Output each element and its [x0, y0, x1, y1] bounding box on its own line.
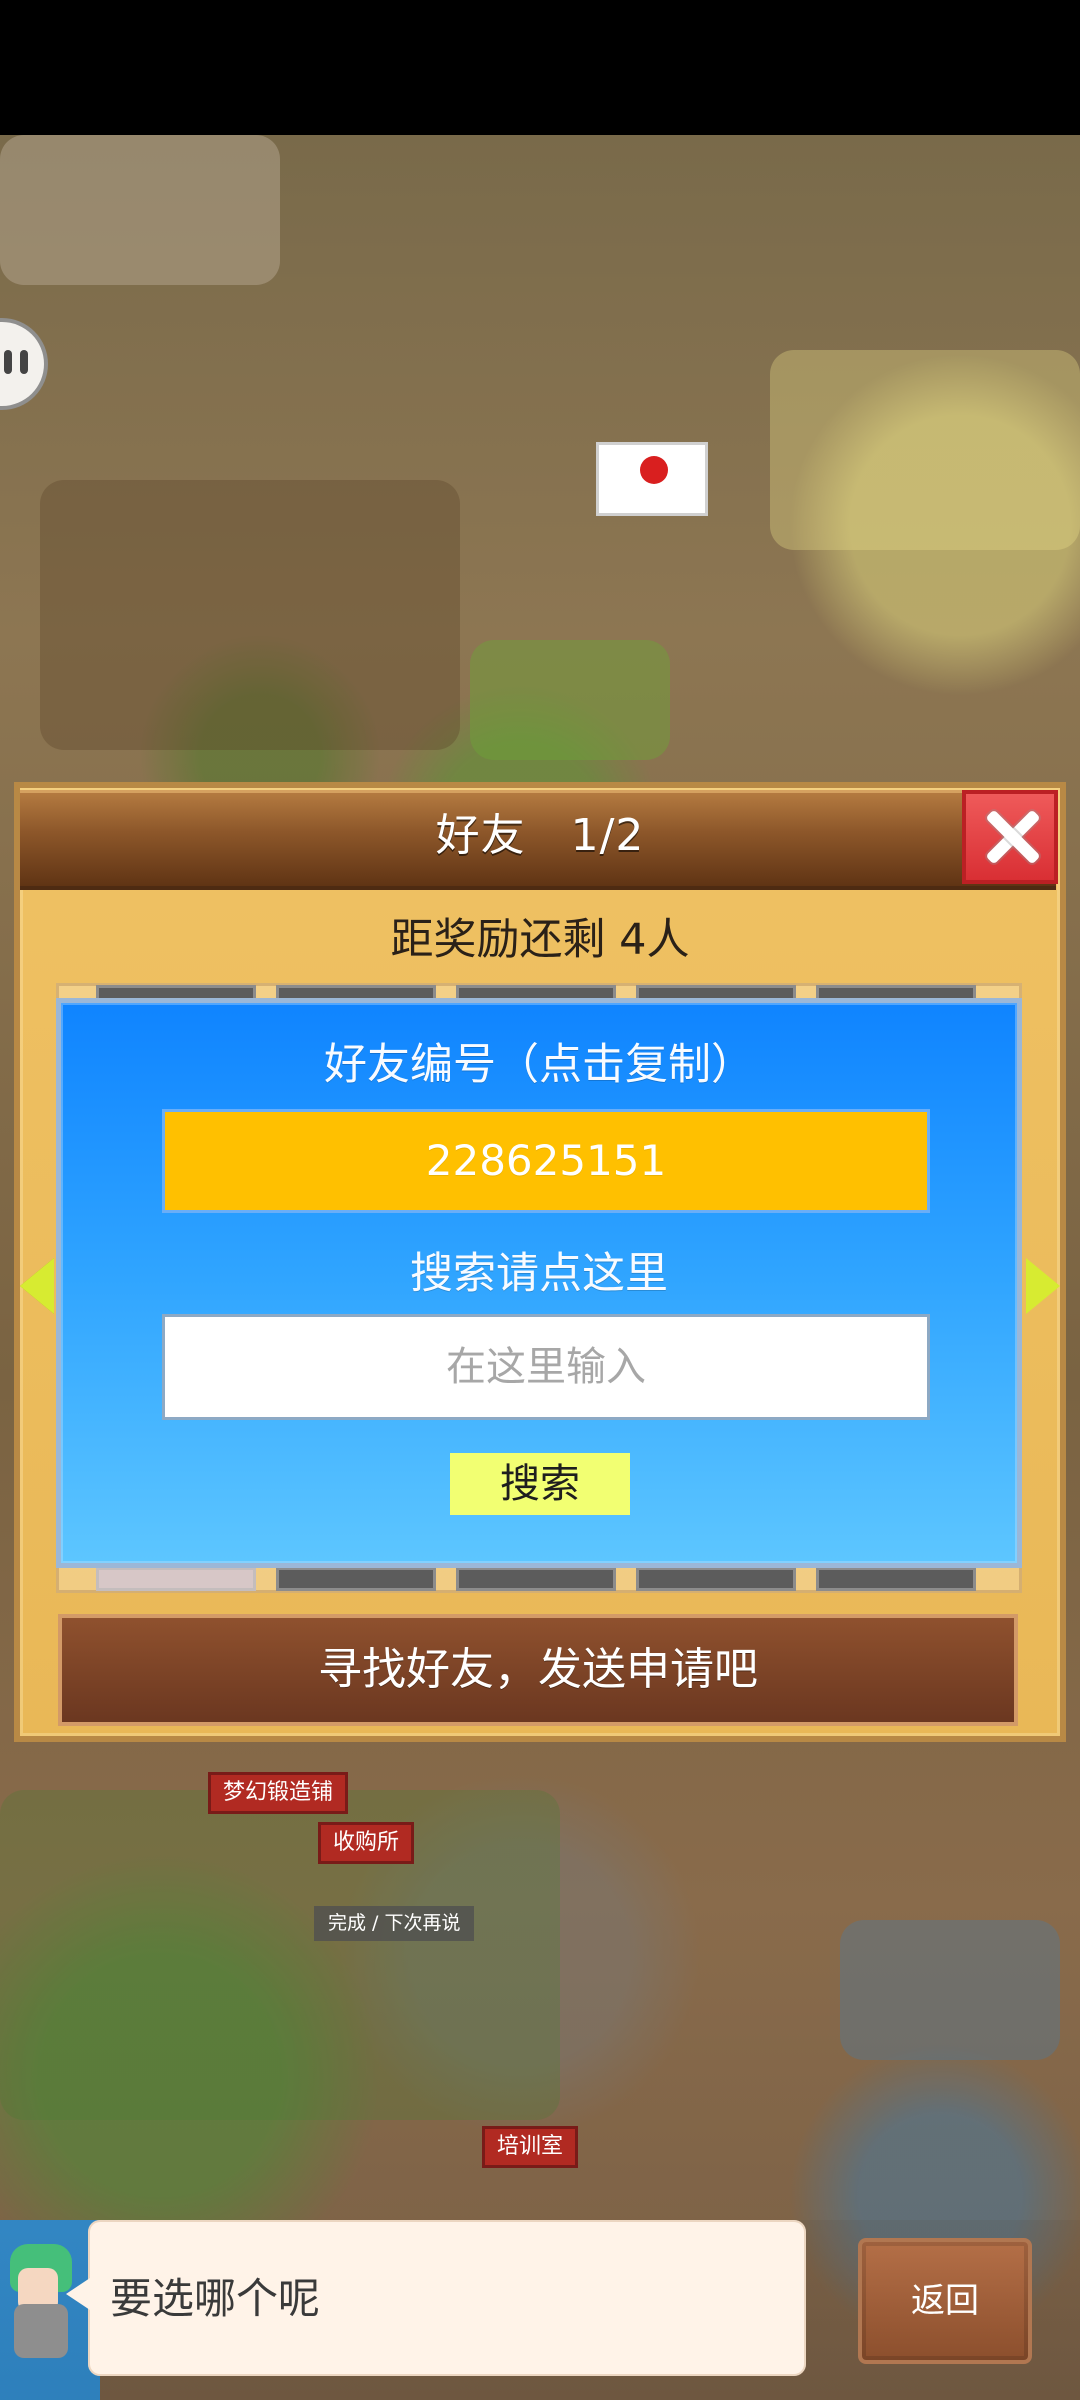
scene-patch-bottom-left — [0, 1790, 560, 2120]
chevron-right-icon[interactable] — [1026, 1258, 1060, 1314]
speech-text: 要选哪个呢 — [110, 2274, 321, 2323]
scene-label-shop: 收购所 — [318, 1822, 415, 1864]
find-friends-button[interactable]: 寻找好友，发送申请吧 — [58, 1614, 1018, 1726]
scene-patch-top-left — [0, 135, 280, 285]
list-card-bottom-1 — [96, 1567, 256, 1591]
close-button[interactable] — [962, 790, 1058, 884]
avatar-body — [14, 2304, 68, 2358]
list-card-bottom-3 — [456, 1567, 616, 1591]
friend-search-input[interactable]: 在这里输入 — [162, 1314, 930, 1420]
reward-remaining-text: 距奖励还剩 4人 — [390, 915, 690, 965]
friend-id-copy-button[interactable]: 228625151 — [162, 1109, 930, 1213]
scene-label-forge: 梦幻锻造铺 — [208, 1772, 349, 1814]
scene-patch-grass — [470, 640, 670, 760]
list-card-bottom-2 — [276, 1567, 436, 1591]
search-label: 搜索请点这里 — [410, 1249, 668, 1299]
modal-title: 好友 1/2 — [435, 810, 645, 861]
chevron-left-icon[interactable] — [20, 1258, 54, 1314]
scene-label-training: 培训室 — [482, 2126, 579, 2168]
top-black-bar — [0, 0, 1080, 135]
list-card-bottom-5 — [816, 1567, 976, 1591]
search-button[interactable]: 搜索 — [450, 1453, 630, 1515]
scene-patch-bottom-right — [840, 1920, 1060, 2060]
scene-label-complete: 完成 / 下次再说 — [314, 1906, 475, 1941]
list-card-bottom-4 — [636, 1567, 796, 1591]
scene-patch-field — [40, 480, 460, 750]
back-button[interactable]: 返回 — [858, 2238, 1032, 2364]
friend-id-label: 好友编号（点击复制） — [324, 1040, 754, 1090]
scene-patch-top-right — [770, 350, 1080, 550]
scene-flag-marker — [596, 442, 708, 516]
